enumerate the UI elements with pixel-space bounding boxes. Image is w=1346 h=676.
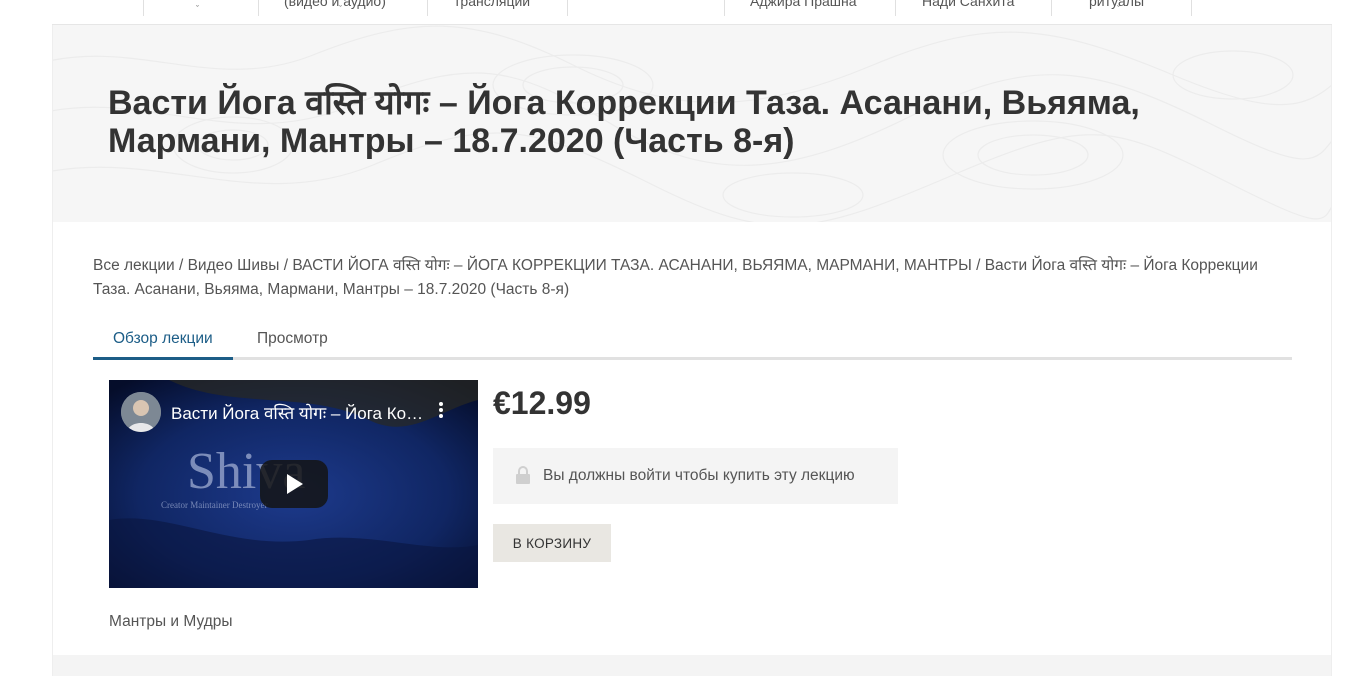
top-navigation: ˇ (видео и аудио) ˇ трансляции Аджира Пр… bbox=[52, 0, 1332, 25]
chevron-down-icon[interactable]: ˇ bbox=[339, 4, 342, 14]
nav-separator bbox=[143, 0, 144, 16]
breadcrumb-link-shiva-video[interactable]: Видео Шивы bbox=[188, 257, 280, 274]
nav-separator bbox=[895, 0, 896, 16]
tab-preview[interactable]: Просмотр bbox=[237, 325, 348, 360]
breadcrumb-separator: / bbox=[279, 257, 293, 274]
tab-bar: Обзор лекции Просмотр bbox=[93, 325, 1292, 360]
nav-separator bbox=[258, 0, 259, 16]
footer-band bbox=[53, 655, 1331, 676]
person-icon bbox=[121, 392, 161, 432]
breadcrumb: Все лекции / Видео Шивы / ВАСТИ ЙОГА वस्… bbox=[93, 254, 1263, 302]
nav-separator bbox=[1051, 0, 1052, 16]
tab-lecture-overview[interactable]: Обзор лекции bbox=[93, 325, 233, 360]
video-title[interactable]: Васти Йога वस्ति योगः – Йога Коррекции Т… bbox=[171, 401, 427, 424]
breadcrumb-separator: / bbox=[174, 257, 188, 274]
video-logo-subtext: Creator Maintainer Destroyer bbox=[161, 500, 267, 510]
more-options-icon[interactable] bbox=[438, 402, 444, 422]
play-icon bbox=[287, 474, 303, 494]
nav-separator bbox=[1191, 0, 1192, 16]
lock-icon bbox=[516, 466, 530, 484]
product-price: €12.99 bbox=[493, 385, 591, 421]
login-required-notice: Вы должны войти чтобы купить эту лекцию bbox=[493, 448, 898, 504]
page-title: Васти Йога वस्ति योगः – Йога Коррекции Т… bbox=[108, 84, 1140, 160]
chevron-down-icon[interactable]: ˇ bbox=[196, 4, 199, 14]
nav-separator bbox=[567, 0, 568, 16]
play-button[interactable] bbox=[260, 460, 328, 508]
page-frame: Васти Йога वस्ति योगः – Йога Коррекции Т… bbox=[52, 25, 1332, 676]
breadcrumb-separator: / bbox=[971, 257, 985, 274]
breadcrumb-link-all-lectures[interactable]: Все лекции bbox=[93, 257, 175, 274]
nav-separator bbox=[427, 0, 428, 16]
channel-avatar[interactable] bbox=[121, 392, 161, 432]
add-to-cart-button[interactable]: В КОРЗИНУ bbox=[493, 524, 611, 562]
video-player[interactable]: Shiva Creator Maintainer Destroyer Васти… bbox=[109, 380, 478, 588]
product-category[interactable]: Мантры и Мудры bbox=[109, 613, 233, 631]
page-header-banner: Васти Йога वस्ति योगः – Йога Коррекции Т… bbox=[53, 25, 1331, 222]
nav-separator bbox=[724, 0, 725, 16]
breadcrumb-link-course[interactable]: ВАСТИ ЙОГА वस्ति योगः – ЙОГА КОРРЕКЦИИ Т… bbox=[292, 257, 971, 274]
login-required-message: Вы должны войти чтобы купить эту лекцию bbox=[543, 467, 855, 484]
chevron-down-icon[interactable]: ˇ bbox=[1117, 4, 1120, 14]
